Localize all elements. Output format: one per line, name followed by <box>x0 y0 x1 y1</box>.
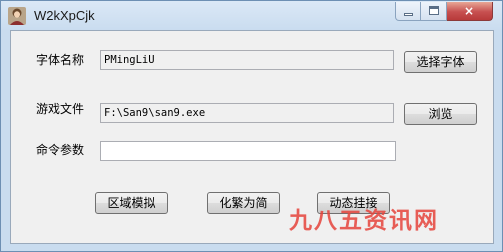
font-name-field[interactable]: PMingLiU <box>100 50 394 70</box>
game-file-field[interactable]: F:\San9\san9.exe <box>100 103 394 123</box>
font-name-label: 字体名称 <box>36 53 85 67</box>
app-avatar-icon <box>7 6 27 26</box>
browse-button[interactable]: 浏览 <box>404 103 477 125</box>
command-args-label: 命令参数 <box>36 143 85 157</box>
title-bar[interactable]: W2kXpCjk × <box>1 1 502 31</box>
select-font-button[interactable]: 选择字体 <box>404 51 477 73</box>
close-button[interactable]: × <box>447 2 493 21</box>
minimize-button[interactable] <box>395 2 421 21</box>
maximize-icon <box>429 6 439 15</box>
close-icon: × <box>464 4 475 18</box>
minimize-icon <box>404 13 413 16</box>
maximize-button[interactable] <box>421 2 447 21</box>
traditional-to-simplified-button[interactable]: 化繁为简 <box>207 192 280 214</box>
command-args-input[interactable] <box>100 141 396 161</box>
region-simulate-button[interactable]: 区域模拟 <box>95 192 168 214</box>
game-file-label: 游戏文件 <box>36 102 85 116</box>
main-window: W2kXpCjk × 字体名称 PMingLiU 选择字体 游戏文件 F:\Sa… <box>0 0 503 252</box>
site-watermark: 九八五资讯网 <box>289 208 439 234</box>
window-title: W2kXpCjk <box>34 8 95 23</box>
